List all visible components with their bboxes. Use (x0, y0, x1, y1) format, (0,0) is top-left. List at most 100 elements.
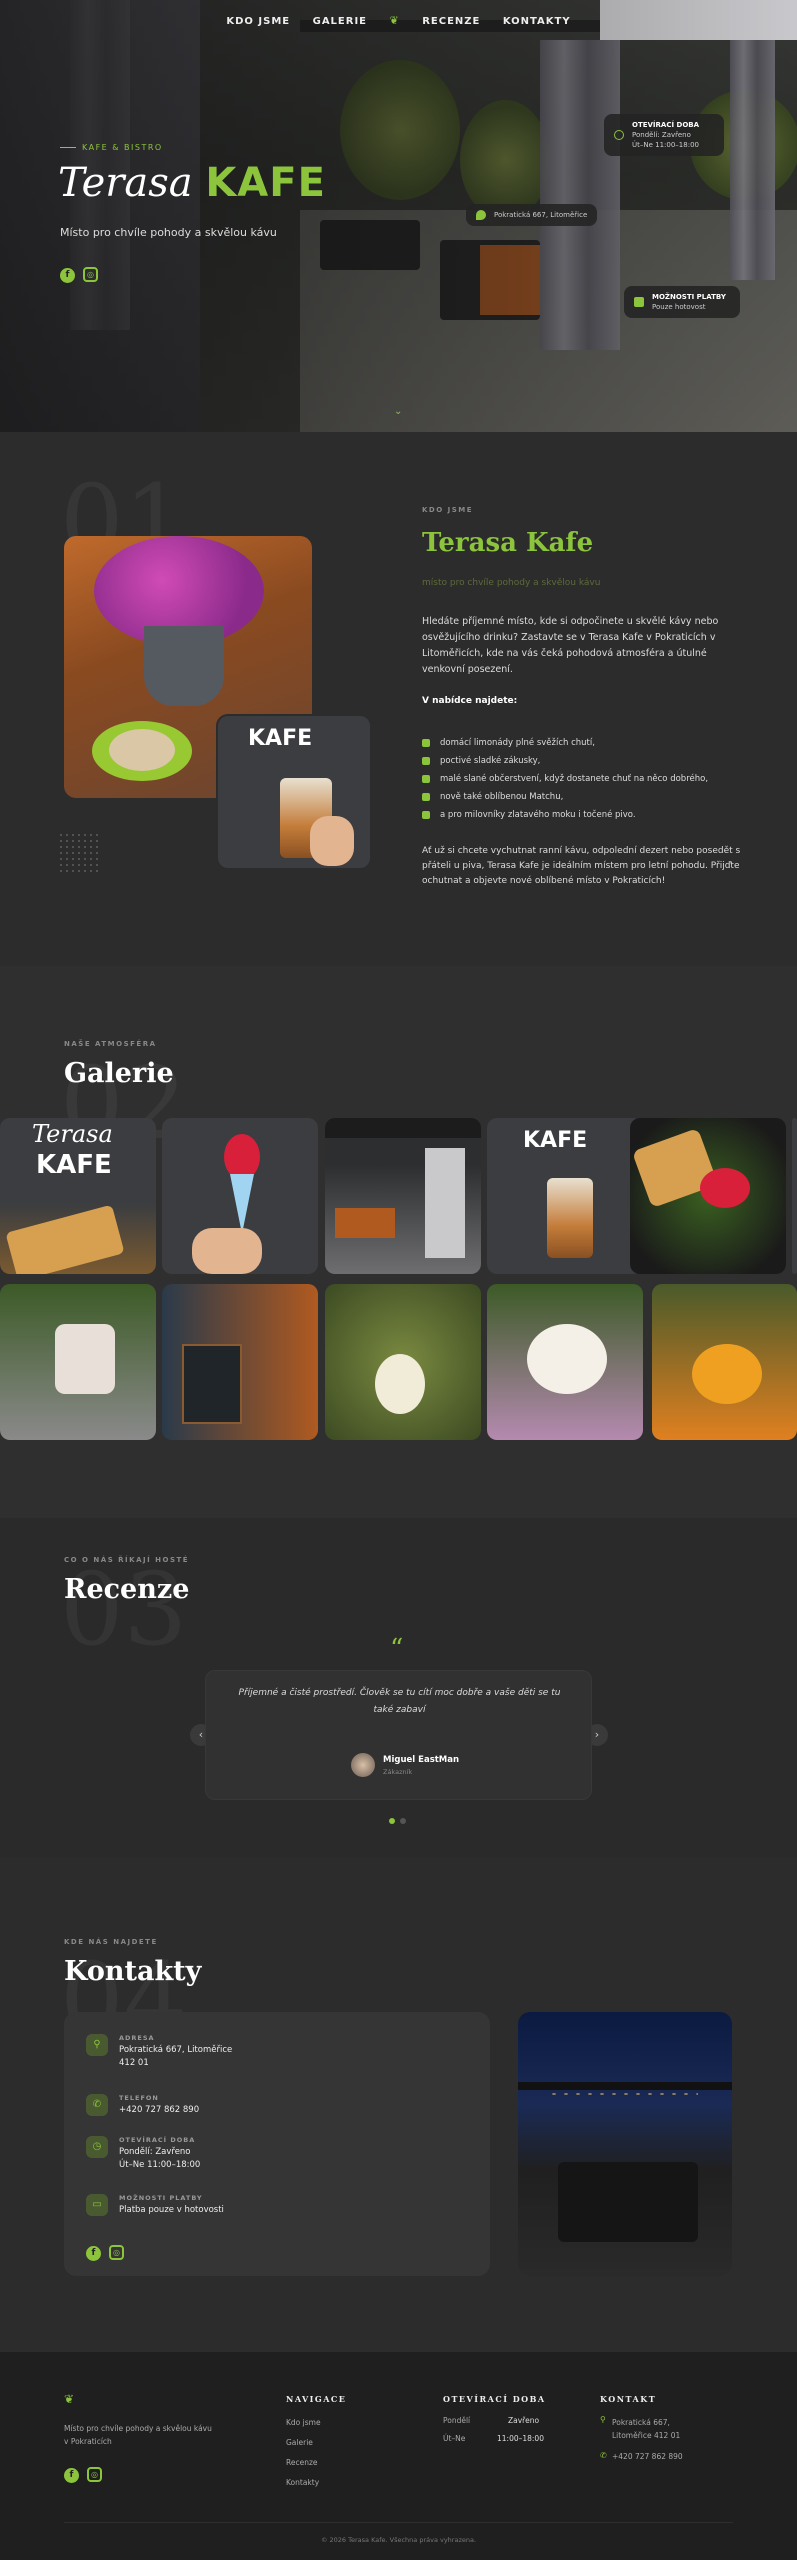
drink (375, 1354, 425, 1414)
planter (335, 1208, 395, 1238)
phone-icon: ✆ (600, 2451, 607, 2460)
gallery-image-drink[interactable] (325, 1284, 481, 1440)
contact-label: TELEFON (119, 2094, 159, 2102)
gallery-image-terrace[interactable] (325, 1118, 481, 1274)
review-card: Příjemné a čisté prostředí. Člověk se tu… (205, 1670, 592, 1800)
gallery-image-cake[interactable] (487, 1284, 643, 1440)
gallery-image-mango[interactable] (652, 1284, 797, 1440)
gallery-image-icecream[interactable] (162, 1118, 318, 1274)
iced-coffee (547, 1178, 593, 1258)
footer-phone[interactable]: +420 727 862 890 (612, 2452, 683, 2461)
curtain (425, 1148, 465, 1258)
instagram-icon[interactable]: ◎ (109, 2245, 124, 2260)
footer-link-recenze[interactable]: Recenze (286, 2458, 318, 2467)
contact-title: Kontakty (64, 1956, 202, 1987)
gallery-eyebrow: NAŠE ATMOSFÉRA (64, 1040, 157, 1048)
about-intro: Hledáte příjemné místo, kde si odpočinet… (422, 616, 719, 675)
footer-link-kontakty[interactable]: Kontakty (286, 2478, 319, 2487)
sandwich (5, 1204, 125, 1274)
payment-pill-line: Pouze hotovost (652, 303, 706, 311)
hero-eyebrow: KAFE & BISTRO (60, 143, 163, 152)
list-item: domácí limonády plné svěžích chutí, (422, 734, 708, 752)
gallery-image-sandwich[interactable]: Terasa KAFE (0, 1118, 156, 1274)
gallery-image-partial[interactable] (792, 1118, 797, 1274)
clock-icon (614, 130, 624, 140)
sign-bold: KAFE (36, 1150, 112, 1180)
footer-hours-value: 11:00–18:00 (497, 2434, 544, 2443)
footer-link-galerie[interactable]: Galerie (286, 2438, 313, 2447)
gallery-image-tiramisu[interactable] (0, 1284, 156, 1440)
contact-value[interactable]: Pokratická 667, Litoměřice 412 01 (119, 2044, 232, 2070)
contact-label: MOŽNOSTI PLATBY (119, 2194, 203, 2202)
footer-contact-title: KONTAKT (600, 2394, 657, 2404)
address-pill: Pokratická 667, Litoměřice (466, 204, 598, 226)
hours-pill: OTEVÍRACÍ DOBA Pondělí: Zavřeno Út–Ne 11… (604, 114, 724, 156)
reviews-title: Recenze (64, 1574, 190, 1605)
footer-copyright: © 2026 Terasa Kafe. Všechna práva vyhraz… (320, 2536, 477, 2544)
footer-link-kdo-jsme[interactable]: Kdo jsme (286, 2418, 321, 2427)
clock-icon: ◷ (86, 2136, 108, 2158)
phone-value[interactable]: +420 727 862 890 (119, 2104, 199, 2117)
hero-social: f ◎ (60, 262, 106, 283)
footer-nav-title: NAVIGACE (286, 2394, 347, 2404)
hero-overlay (0, 0, 797, 432)
footer-divider (64, 2522, 733, 2523)
facebook-icon[interactable]: f (64, 2468, 79, 2483)
dot-pattern (58, 832, 98, 872)
slider-dot[interactable] (400, 1818, 406, 1824)
review-author: Miguel EastMan (383, 1755, 460, 1765)
gallery-image-board[interactable] (162, 1284, 318, 1440)
hours-line1: Pondělí: Zavřeno (119, 2147, 191, 2157)
pergola-beam (518, 2082, 732, 2090)
slider-dot-active[interactable] (389, 1818, 395, 1824)
about-outro: Ať už si chcete vychutnat ranní kávu, od… (422, 846, 741, 886)
contact-social: f ◎ (86, 2240, 132, 2261)
gallery-image-waffle[interactable] (630, 1118, 786, 1274)
reviews-eyebrow: CO O NÁS ŘÍKAJÍ HOSTÉ (64, 1556, 190, 1564)
footer-hours-day: Út–Ne (443, 2434, 466, 2443)
chevron-down-icon[interactable]: ⌄ (394, 406, 402, 417)
footer-address[interactable]: Pokratická 667, Litoměřice 412 01 (612, 2416, 702, 2442)
hand (192, 1228, 262, 1274)
hand (310, 816, 354, 866)
payment-pill-title: MOŽNOSTI PLATBY (652, 293, 726, 301)
nav-link-kontakty[interactable]: KONTAKTY (503, 16, 571, 27)
nav-logo[interactable]: ❦ (390, 14, 400, 27)
nav-link-recenze[interactable]: RECENZE (422, 16, 480, 27)
facebook-icon[interactable]: f (86, 2246, 101, 2261)
footer-tagline: Místo pro chvíle pohody a skvělou kávu v… (64, 2424, 212, 2446)
instagram-icon[interactable]: ◎ (83, 267, 98, 282)
cone (230, 1174, 254, 1234)
footer-hours-day: Pondělí (443, 2416, 471, 2425)
review-role: Zákazník (383, 1768, 413, 1776)
nav-link-galerie[interactable]: GALERIE (313, 16, 367, 27)
contact-photo-night (518, 2012, 732, 2276)
address-pill-text: Pokratická 667, Litoměřice (494, 211, 588, 219)
latte-art (109, 729, 175, 771)
gallery-image-coffee[interactable]: KAFE (487, 1118, 643, 1274)
facebook-icon[interactable]: f (60, 268, 75, 283)
top-nav: KDO JSME GALERIE ❦ RECENZE KONTAKTY (0, 14, 797, 27)
cake (527, 1324, 607, 1394)
address-line2: 412 01 (119, 2058, 149, 2068)
contact-value: Pondělí: Zavřeno Út–Ne 11:00–18:00 (119, 2146, 200, 2172)
instagram-icon[interactable]: ◎ (87, 2467, 102, 2482)
strawberries (700, 1168, 750, 1208)
flower-pot (144, 626, 224, 706)
hours-pill-line2: Út–Ne 11:00–18:00 (632, 141, 699, 149)
hero-title-script: Terasa (58, 160, 193, 206)
contact-eyebrow: KDE NÁS NAJDETE (64, 1938, 158, 1946)
dessert (55, 1324, 115, 1394)
footer-hours-value: Zavřeno (508, 2416, 540, 2425)
about-list-title: V nabídce najdete: (422, 696, 518, 706)
hours-pill-line1: Pondělí: Zavřeno (632, 131, 691, 139)
nav-link-kdo-jsme[interactable]: KDO JSME (226, 16, 290, 27)
pergola-roof (325, 1118, 481, 1138)
contact-label: ADRESA (119, 2034, 155, 2042)
footer-hours-title: OTEVÍRACÍ DOBA (443, 2394, 546, 2404)
footer-logo[interactable]: ❦ (64, 2392, 74, 2406)
review-text: Příjemné a čisté prostředí. Člověk se tu… (238, 1688, 561, 1715)
cash-icon: ▭ (86, 2194, 108, 2216)
address-line1: Pokratická 667, Litoměřice (119, 2045, 233, 2055)
hours-pill-title: OTEVÍRACÍ DOBA (632, 121, 700, 129)
